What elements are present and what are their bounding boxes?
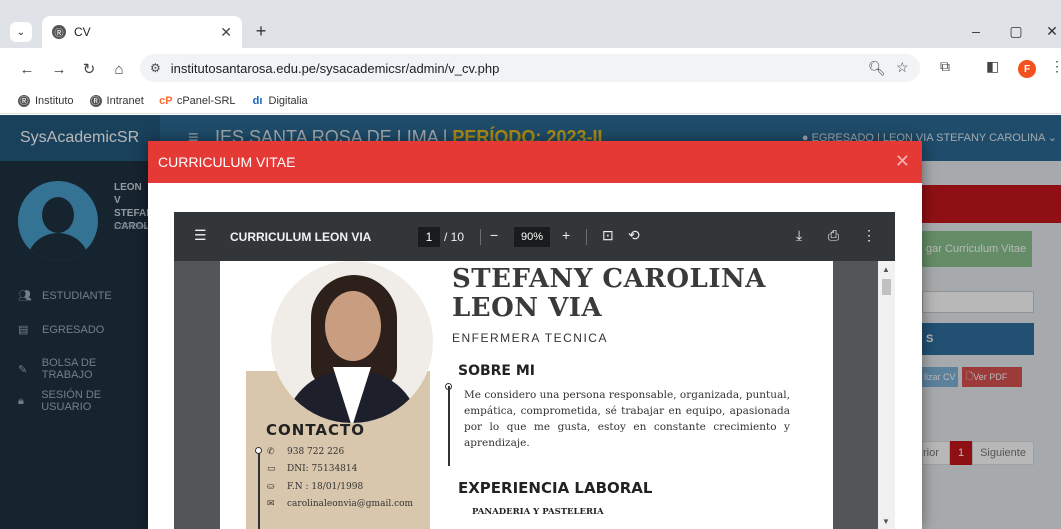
cpanel-logo-icon: cP <box>159 94 173 107</box>
institute-logo-icon: Ⓡ <box>18 94 30 107</box>
contact-timeline-line <box>258 451 260 529</box>
close-tab-icon[interactable]: ✕ <box>220 24 232 41</box>
id-card-icon: ▭ <box>267 464 276 474</box>
pdf-document-title: CURRICULUM LEON VIA <box>230 230 372 244</box>
mail-icon: ✉ <box>267 499 275 509</box>
bookmark-cpanel[interactable]: cP cPanel-SRL <box>159 94 236 107</box>
maximize-window-button[interactable]: ▢ <box>1004 20 1028 42</box>
browser-toolbar: ← → ↻ ⌂ ⚙ institutosantarosa.edu.pe/sysa… <box>0 48 1061 88</box>
toolbar-divider <box>480 229 481 245</box>
minimize-window-button[interactable]: – <box>964 20 988 42</box>
pdf-viewer: ☰ CURRICULUM LEON VIA 1 / 10 − 90% + ⊡ ⟲… <box>174 212 895 529</box>
timeline-line <box>448 386 450 466</box>
reload-button[interactable]: ↻ <box>78 58 100 80</box>
bookmark-instituto[interactable]: Ⓡ Instituto <box>18 94 74 107</box>
contact-text: F.N : 18/01/1998 <box>287 482 364 492</box>
extensions-icon[interactable]: ⧉ <box>940 58 950 75</box>
bookmark-label: Intranet <box>106 94 144 107</box>
hamburger-menu-icon[interactable]: ☰ <box>194 227 207 244</box>
institute-logo-icon: Ⓡ <box>89 94 102 107</box>
tab-title: CV <box>74 25 91 39</box>
bookmark-star-icon[interactable]: ☆ <box>896 59 909 76</box>
scroll-up-icon[interactable]: ▲ <box>882 265 890 274</box>
toolbar-divider <box>586 229 587 245</box>
cv-full-name: STEFANY CAROLINA LEON VIA <box>452 265 766 323</box>
side-panel-icon[interactable]: ◧ <box>986 58 999 75</box>
zoom-in-icon[interactable]: + <box>562 227 570 243</box>
modal-header: CURRICULUM VITAE ✕ <box>148 141 922 183</box>
more-menu-icon[interactable]: ⋮ <box>1050 58 1061 75</box>
cv-first-names: STEFANY CAROLINA <box>452 264 766 294</box>
profile-avatar[interactable]: F <box>1018 60 1036 78</box>
timeline-dot <box>255 447 262 454</box>
pdf-page-total: / 10 <box>444 230 465 244</box>
birthday-cake-icon: ⛀ <box>267 482 275 492</box>
contact-text: carolinaleonvia@gmail.com <box>287 499 414 509</box>
scroll-down-icon[interactable]: ▼ <box>882 517 890 526</box>
pdf-toolbar: ☰ CURRICULUM LEON VIA 1 / 10 − 90% + ⊡ ⟲… <box>174 212 895 261</box>
bookmark-label: cPanel-SRL <box>176 94 236 107</box>
cv-profession: ENFERMERA TECNICA <box>452 331 608 345</box>
rotate-icon[interactable]: ⟲ <box>628 227 640 244</box>
download-icon[interactable]: ⤓ <box>796 227 802 244</box>
forward-button[interactable]: → <box>48 58 70 80</box>
print-icon[interactable]: ⎙ <box>828 227 839 244</box>
more-options-icon[interactable]: ⋮ <box>862 227 876 244</box>
zoom-icon[interactable]: 🔍︎ <box>868 60 886 77</box>
back-button[interactable]: ← <box>16 58 38 80</box>
pdf-page: STEFANY CAROLINA LEON VIA ENFERMERA TECN… <box>220 261 833 529</box>
contact-email: ✉ carolinaleonvia@gmail.com <box>267 499 413 509</box>
institute-logo-icon: Ⓡ <box>52 25 66 39</box>
url-text: institutosantarosa.edu.pe/sysacademicsr/… <box>170 60 500 76</box>
about-title: SOBRE MI <box>458 363 536 379</box>
browser-tab[interactable]: Ⓡ CV ✕ <box>42 16 242 48</box>
cv-modal: CURRICULUM VITAE ✕ ☰ CURRICULUM LEON VIA… <box>148 141 922 529</box>
contact-text: DNI: 75134814 <box>287 464 358 474</box>
bookmark-label: Instituto <box>35 94 74 107</box>
browser-tab-strip: ⌄ Ⓡ CV ✕ + – ▢ ✕ <box>0 0 1061 48</box>
home-button[interactable]: ⌂ <box>108 58 130 80</box>
pdf-scrollbar[interactable]: ▲ ▼ <box>878 261 895 529</box>
contact-title: CONTACTO <box>266 421 365 439</box>
close-window-button[interactable]: ✕ <box>1040 20 1061 42</box>
bookmark-digitalia[interactable]: dı Digitalia <box>252 95 308 107</box>
experience-title: EXPERIENCIA LABORAL <box>458 479 653 497</box>
phone-icon: ✆ <box>267 447 275 457</box>
pdf-page-input[interactable]: 1 <box>418 227 440 247</box>
bookmarks-bar: Ⓡ Instituto Ⓡ Intranet cP cPanel-SRL dı … <box>0 88 1061 114</box>
tab-search-button[interactable]: ⌄ <box>10 22 32 42</box>
new-tab-button[interactable]: + <box>250 20 272 42</box>
fit-page-icon[interactable]: ⊡ <box>602 227 614 244</box>
pdf-zoom-input[interactable]: 90% <box>514 227 550 247</box>
contact-text: 938 722 226 <box>287 447 345 457</box>
modal-title: CURRICULUM VITAE <box>158 154 296 170</box>
contact-phone: ✆ 938 722 226 <box>267 447 344 457</box>
address-bar[interactable]: ⚙ institutosantarosa.edu.pe/sysacademics… <box>140 54 920 82</box>
zoom-out-icon[interactable]: − <box>490 227 498 243</box>
profile-photo <box>271 261 433 423</box>
chevron-down-icon: ⌄ <box>16 26 26 38</box>
close-icon[interactable]: ✕ <box>895 151 910 172</box>
contact-birthdate: ⛀ F.N : 18/01/1998 <box>267 482 363 492</box>
digitalia-logo-icon: dı <box>252 94 263 107</box>
site-info-icon[interactable]: ⚙ <box>150 61 161 75</box>
experience-company: PANADERIA Y PASTELERIA <box>472 507 604 517</box>
bookmark-label: Digitalia <box>268 94 308 107</box>
about-text: Me considero una persona responsable, or… <box>464 389 790 449</box>
cv-last-names: LEON VIA <box>452 293 603 323</box>
contact-dni: ▭ DNI: 75134814 <box>267 464 357 474</box>
scroll-thumb[interactable] <box>882 279 891 295</box>
bookmark-intranet[interactable]: Ⓡ Intranet <box>89 94 144 107</box>
